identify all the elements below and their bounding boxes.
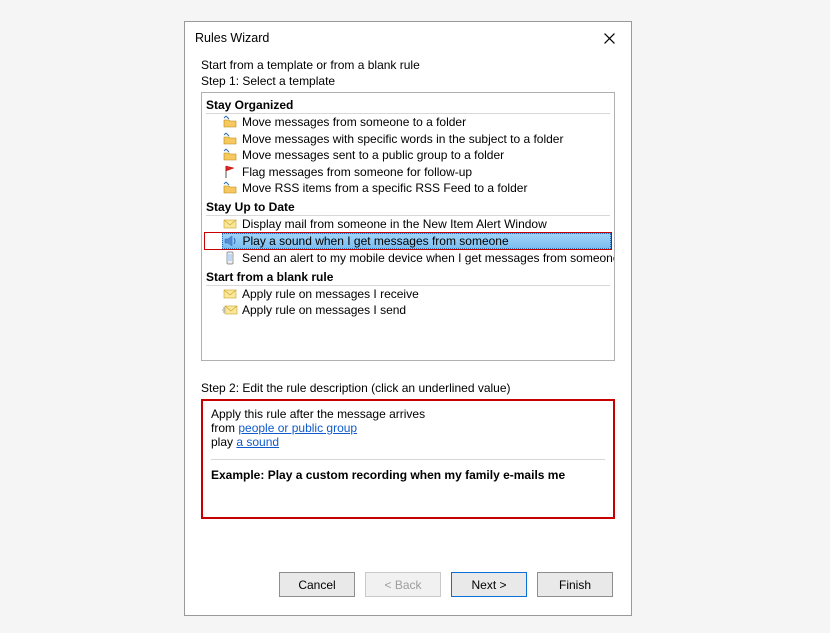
desc-line2-prefix: from <box>211 421 238 435</box>
back-button: < Back <box>365 572 441 597</box>
envelope-icon <box>222 287 238 301</box>
list-item-label: Flag messages from someone for follow-up <box>242 165 472 179</box>
list-item[interactable]: Apply rule on messages I receive <box>206 286 610 303</box>
desc-line2: from people or public group <box>211 421 605 435</box>
envelope-icon <box>222 217 238 231</box>
close-button[interactable] <box>595 27 623 49</box>
a-sound-link[interactable]: a sound <box>236 435 279 449</box>
intro-label: Start from a template or from a blank ru… <box>201 58 615 72</box>
section-stay-organized: Stay Organized <box>206 97 610 114</box>
next-button[interactable]: Next > <box>451 572 527 597</box>
sound-icon <box>223 234 239 248</box>
titlebar: Rules Wizard <box>185 22 631 54</box>
list-item-label: Move messages from someone to a folder <box>242 115 466 129</box>
finish-button[interactable]: Finish <box>537 572 613 597</box>
section-stay-up-to-date: Stay Up to Date <box>206 199 610 216</box>
rules-wizard-dialog: Rules Wizard Start from a template or fr… <box>184 21 632 616</box>
list-item[interactable]: Move messages from someone to a folder <box>206 114 610 131</box>
template-list[interactable]: Stay Organized Move messages from someon… <box>201 92 615 361</box>
flag-icon <box>222 165 238 179</box>
desc-line1: Apply this rule after the message arrive… <box>211 407 605 421</box>
list-item-label: Apply rule on messages I send <box>242 303 406 317</box>
move-folder-icon <box>222 115 238 129</box>
list-item-label: Display mail from someone in the New Ite… <box>242 217 547 231</box>
dialog-content: Start from a template or from a blank ru… <box>185 54 631 519</box>
example-text: Example: Play a custom recording when my… <box>211 468 605 482</box>
list-item[interactable]: Move RSS items from a specific RSS Feed … <box>206 180 610 197</box>
list-item[interactable]: Display mail from someone in the New Ite… <box>206 216 610 233</box>
close-icon <box>604 33 615 44</box>
list-item-label: Send an alert to my mobile device when I… <box>242 251 615 265</box>
list-item[interactable]: Apply rule on messages I send <box>206 302 610 319</box>
divider <box>211 459 605 460</box>
step1-label: Step 1: Select a template <box>201 74 615 88</box>
desc-line3-prefix: play <box>211 435 236 449</box>
section-blank-rule: Start from a blank rule <box>206 269 610 286</box>
list-item[interactable]: Move messages with specific words in the… <box>206 131 610 148</box>
list-item-label: Move messages sent to a public group to … <box>242 148 504 162</box>
list-item-selected[interactable]: Play a sound when I get messages from so… <box>204 232 612 250</box>
people-or-group-link[interactable]: people or public group <box>238 421 357 435</box>
button-row: Cancel < Back Next > Finish <box>279 572 613 597</box>
list-item[interactable]: Flag messages from someone for follow-up <box>206 164 610 181</box>
list-item-label: Play a sound when I get messages from so… <box>243 234 509 248</box>
dialog-title: Rules Wizard <box>195 31 595 45</box>
cancel-button[interactable]: Cancel <box>279 572 355 597</box>
list-item-label: Move messages with specific words in the… <box>242 132 563 146</box>
move-folder-icon <box>222 181 238 195</box>
envelope-send-icon <box>222 303 238 317</box>
list-item-label: Apply rule on messages I receive <box>242 287 419 301</box>
mobile-icon <box>222 251 238 265</box>
move-folder-icon <box>222 148 238 162</box>
rule-description: Apply this rule after the message arrive… <box>201 399 615 519</box>
list-item-label: Move RSS items from a specific RSS Feed … <box>242 181 527 195</box>
move-folder-icon <box>222 132 238 146</box>
step2-label: Step 2: Edit the rule description (click… <box>201 381 615 395</box>
list-item[interactable]: Move messages sent to a public group to … <box>206 147 610 164</box>
list-item[interactable]: Send an alert to my mobile device when I… <box>206 250 610 267</box>
desc-line3: play a sound <box>211 435 605 449</box>
